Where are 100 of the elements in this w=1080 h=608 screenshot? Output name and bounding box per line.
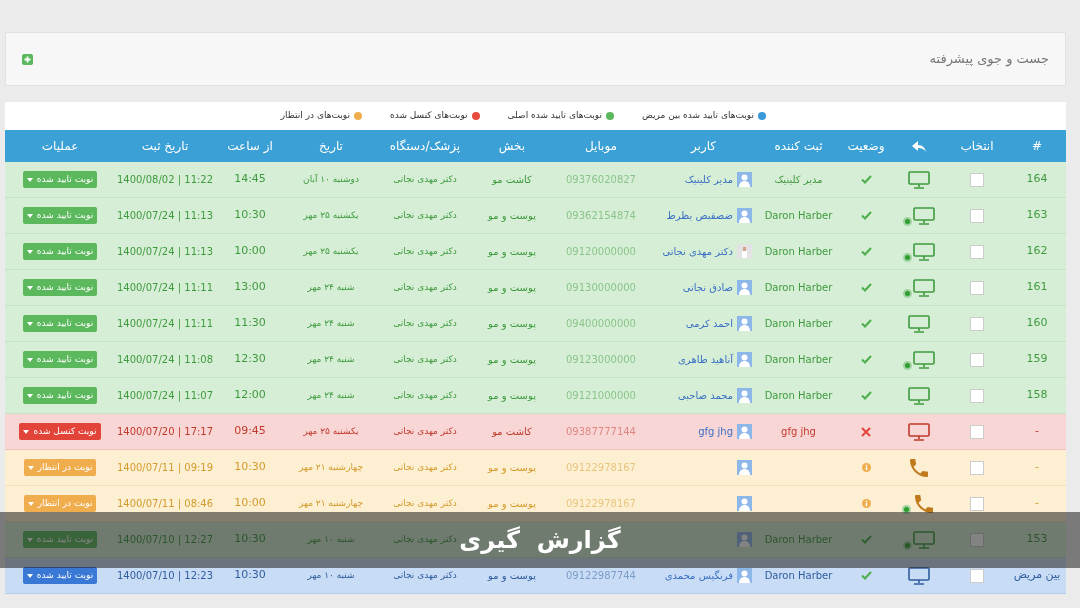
appointment-time: 09:45 [234, 423, 266, 440]
mobile-number: 09400000000 [566, 317, 636, 331]
doctor-name: دکتر مهدی نجاتی [393, 244, 457, 258]
plus-icon[interactable] [22, 53, 33, 65]
user-link[interactable]: صادق نجاتی [682, 280, 733, 295]
user-link[interactable]: دکتر مهدی نجاتی [662, 244, 733, 259]
row-checkbox[interactable] [970, 244, 984, 259]
status-dropdown-button[interactable]: نوبت تایید شده [22, 207, 98, 224]
row-number: 162 [1026, 243, 1048, 260]
registrar-name: Daron Harber [764, 389, 833, 403]
appointment-date: چهارشنبه ۲۱ مهر [299, 496, 363, 510]
row-checkbox[interactable] [970, 316, 984, 331]
status-dropdown-button[interactable]: نوبت تایید شده [22, 243, 98, 260]
section-name: پوست و مو [488, 281, 536, 295]
row-checkbox[interactable] [970, 424, 984, 439]
status-dropdown-button[interactable]: نوبت تایید شده [22, 531, 98, 548]
row-checkbox[interactable] [970, 460, 984, 475]
appointment-time: 11:30 [234, 315, 266, 332]
appointment-time: 10:00 [234, 495, 266, 512]
section-name: پوست و مو [488, 569, 536, 583]
appointment-date: شنبه ۲۴ مهر [307, 388, 355, 402]
column-header: موبایل [584, 138, 618, 155]
registered-datetime: 1400/07/10 | 12:23 [116, 569, 214, 583]
row-number: 153 [1026, 531, 1048, 548]
row-number: 159 [1026, 351, 1048, 368]
registrar-name: Daron Harber [764, 245, 833, 259]
column-header: ثبت کننده [774, 138, 823, 155]
registrar-name: Daron Harber [764, 209, 833, 223]
column-header: از ساعت [227, 138, 273, 155]
mobile-number: 09130000000 [566, 281, 636, 295]
mobile-number: 09121000000 [566, 389, 636, 403]
doctor-name: دکتر مهدی نجاتی [393, 460, 457, 474]
caret-icon [26, 393, 33, 398]
mobile-number: 09120000000 [566, 245, 636, 259]
row-checkbox[interactable] [970, 352, 984, 367]
status-dropdown-button[interactable]: نوبت تایید شده [22, 171, 98, 188]
row-number: - [1035, 423, 1039, 440]
legend-label: نوبت‌های کنسل شده [389, 109, 468, 123]
doctor-name: دکتر مهدی نجاتی [393, 568, 457, 582]
row-number: 158 [1026, 387, 1048, 404]
appointment-date: چهارشنبه ۲۱ مهر [299, 460, 363, 474]
appointment-date: شنبه ۱۰ مهر [307, 532, 355, 546]
mobile-number: 09122978167 [566, 461, 636, 475]
user-link[interactable]: احمد کرمی [685, 316, 733, 331]
status-dropdown-button[interactable]: نوبت در انتظار [23, 495, 97, 512]
caret-icon [26, 249, 33, 254]
appointment-time: 10:30 [234, 207, 266, 224]
user-link[interactable]: فرنگیس محمدی [664, 568, 733, 583]
registered-datetime: 1400/07/24 | 11:11 [116, 281, 214, 295]
status-dropdown-button[interactable]: نوبت تایید شده [22, 351, 98, 368]
row-number: بین مریض [1013, 567, 1061, 584]
section-name: پوست و مو [488, 353, 536, 367]
column-header: تاریخ [319, 138, 343, 155]
status-dropdown-button[interactable]: نوبت تایید شده [22, 279, 98, 296]
row-number: 164 [1026, 171, 1048, 188]
user-link[interactable]: gfg jhg [698, 424, 733, 439]
registrar-name: Daron Harber [764, 533, 833, 547]
doctor-name: دکتر مهدی نجاتی [393, 496, 457, 510]
row-number: - [1035, 495, 1039, 512]
registrar-name: Daron Harber [764, 281, 833, 295]
doctor-name: دکتر مهدی نجاتی [393, 208, 457, 222]
row-checkbox[interactable] [970, 208, 984, 223]
section-name: کاشت مو [492, 173, 532, 187]
appointment-time: 10:30 [234, 531, 266, 548]
caret-icon [26, 285, 33, 290]
section-name: پوست و مو [488, 389, 536, 403]
registrar-name: gfg jhg [781, 425, 816, 439]
caret-icon [26, 213, 33, 218]
appointment-time: 10:30 [234, 459, 266, 476]
column-header: وضعیت [847, 138, 885, 155]
legend-label: نوبت‌های در انتظار [280, 109, 350, 123]
status-dropdown-button[interactable]: نوبت کنسل شده [19, 423, 101, 440]
row-number: 163 [1026, 207, 1048, 224]
doctor-name: دکتر مهدی نجاتی [393, 352, 457, 366]
status-dropdown-button[interactable]: نوبت در انتظار [23, 459, 97, 476]
user-link[interactable]: ضصقبص یظرط [666, 208, 733, 223]
row-checkbox[interactable] [970, 280, 984, 295]
row-checkbox[interactable] [970, 496, 984, 511]
caret-icon [26, 177, 33, 182]
caret-icon [26, 537, 33, 542]
row-checkbox[interactable] [970, 172, 984, 187]
caret-icon [23, 429, 30, 434]
column-header: # [1031, 138, 1043, 155]
mobile-number: 09122987744 [566, 569, 636, 583]
registered-datetime: 1400/07/24 | 11:07 [116, 389, 214, 403]
row-checkbox[interactable] [970, 388, 984, 403]
caret-icon [27, 465, 34, 470]
legend-label: نوبت‌های تایید شده بین مریض [641, 109, 754, 123]
appointment-time: 14:45 [234, 171, 266, 188]
column-header: پزشک/دستگاه [389, 138, 461, 155]
status-dropdown-button[interactable]: نوبت تایید شده [22, 315, 98, 332]
user-link[interactable]: آناهید طاهری [678, 352, 733, 367]
mobile-number: 09376020827 [566, 173, 636, 187]
user-link[interactable]: محمد صاحبی [677, 388, 733, 403]
status-dropdown-button[interactable]: نوبت تایید شده [22, 567, 98, 584]
column-header: تاریخ ثبت [141, 138, 189, 155]
user-link[interactable]: مدیر کلینیک [684, 172, 733, 187]
row-checkbox[interactable] [970, 568, 984, 583]
mobile-number: 09362154874 [566, 209, 636, 223]
status-dropdown-button[interactable]: نوبت تایید شده [22, 387, 98, 404]
